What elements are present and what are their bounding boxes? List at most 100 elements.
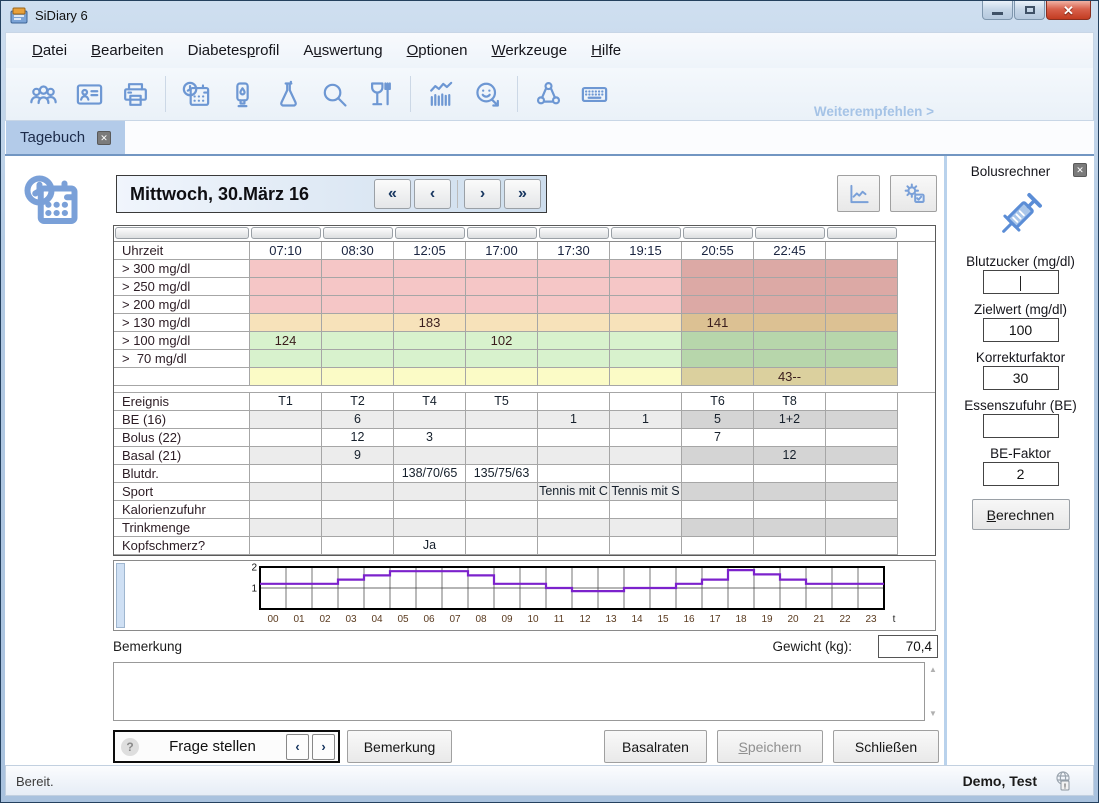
diary-cell[interactable]: T1 (250, 393, 322, 411)
berechnen-button[interactable]: Berechnen (972, 499, 1070, 530)
frage-prev-button[interactable]: ‹ (286, 734, 309, 760)
diary-cell[interactable] (322, 332, 394, 350)
blutzucker-input[interactable] (983, 270, 1059, 294)
prev-day-button[interactable]: ‹ (414, 179, 451, 209)
diary-cell[interactable] (754, 537, 826, 555)
diary-cell[interactable] (538, 296, 610, 314)
diary-cell[interactable] (322, 350, 394, 368)
diary-cell[interactable] (610, 314, 682, 332)
diary-cell[interactable] (250, 260, 322, 278)
close-button[interactable]: ✕ (1046, 1, 1091, 20)
diary-cell[interactable] (250, 501, 322, 519)
diary-cell[interactable] (754, 296, 826, 314)
time-header[interactable]: 17:30 (538, 242, 610, 260)
menu-auswertung[interactable]: Auswertung (291, 38, 394, 63)
diary-cell[interactable] (394, 278, 466, 296)
scroll-down-icon[interactable]: ▼ (927, 709, 939, 719)
diary-cell[interactable] (754, 278, 826, 296)
diary-cell[interactable] (682, 465, 754, 483)
schliessen-button[interactable]: Schließen (833, 730, 939, 763)
diary-cell[interactable] (754, 501, 826, 519)
diary-cell[interactable] (394, 260, 466, 278)
diary-cell[interactable]: 183 (394, 314, 466, 332)
diary-cell[interactable]: 1+2 (754, 411, 826, 429)
diary-settings-button[interactable] (890, 175, 937, 212)
diary-cell[interactable]: Tennis mit S (610, 483, 682, 501)
diary-cell[interactable] (322, 483, 394, 501)
diary-cell[interactable] (826, 332, 898, 350)
column-header-button[interactable] (611, 227, 681, 239)
diary-cell[interactable] (394, 332, 466, 350)
diary-cell[interactable] (394, 350, 466, 368)
diary-button[interactable] (173, 73, 219, 115)
diary-cell[interactable] (466, 429, 538, 447)
column-header-button[interactable] (683, 227, 753, 239)
diary-cell[interactable] (610, 501, 682, 519)
diary-cell[interactable] (538, 314, 610, 332)
statistics-button[interactable] (418, 73, 464, 115)
diary-cell[interactable] (538, 537, 610, 555)
diary-cell[interactable] (754, 429, 826, 447)
diary-cell[interactable] (322, 260, 394, 278)
diary-cell[interactable]: 138/70/65 (394, 465, 466, 483)
diary-cell[interactable] (754, 483, 826, 501)
diary-cell[interactable] (538, 368, 610, 386)
diary-cell[interactable] (466, 314, 538, 332)
time-header[interactable]: 12:05 (394, 242, 466, 260)
speichern-button[interactable]: Speichern (717, 730, 823, 763)
diary-cell[interactable] (466, 411, 538, 429)
diary-cell[interactable] (610, 465, 682, 483)
diary-cell[interactable] (826, 314, 898, 332)
diary-cell[interactable] (250, 519, 322, 537)
diary-cell[interactable] (826, 501, 898, 519)
promote-link[interactable]: Weiterempfehlen > (814, 104, 934, 119)
diary-cell[interactable] (394, 501, 466, 519)
diary-cell[interactable] (610, 332, 682, 350)
profile-card-button[interactable] (66, 73, 112, 115)
time-header[interactable]: 19:15 (610, 242, 682, 260)
diary-cell[interactable] (682, 501, 754, 519)
diary-cell[interactable] (826, 537, 898, 555)
diary-cell[interactable] (394, 296, 466, 314)
diary-cell[interactable] (826, 411, 898, 429)
diary-cell[interactable] (538, 278, 610, 296)
diary-cell[interactable] (394, 411, 466, 429)
diary-cell[interactable] (610, 368, 682, 386)
diary-cell[interactable]: 12 (322, 429, 394, 447)
diary-cell[interactable] (466, 278, 538, 296)
diary-cell[interactable] (322, 278, 394, 296)
diary-cell[interactable]: 12 (754, 447, 826, 465)
diary-cell[interactable] (826, 393, 898, 411)
column-header-button[interactable] (467, 227, 537, 239)
diary-cell[interactable] (610, 278, 682, 296)
be-faktor-input[interactable]: 2 (983, 462, 1059, 486)
diary-cell[interactable] (826, 350, 898, 368)
diary-cell[interactable] (682, 447, 754, 465)
diary-cell[interactable] (682, 537, 754, 555)
last-day-button[interactable]: » (504, 179, 541, 209)
diary-cell[interactable] (826, 483, 898, 501)
diary-cell[interactable]: 43-- (754, 368, 826, 386)
diary-cell[interactable] (682, 350, 754, 368)
diary-cell[interactable] (538, 332, 610, 350)
diary-cell[interactable] (322, 296, 394, 314)
frage-stellen-widget[interactable]: ? Frage stellen ‹ › (113, 730, 340, 763)
frage-next-button[interactable]: › (312, 734, 335, 760)
menu-hilfe[interactable]: Hilfe (579, 38, 633, 63)
diary-cell[interactable] (682, 296, 754, 314)
diary-cell[interactable] (610, 447, 682, 465)
diary-cell[interactable] (250, 411, 322, 429)
diary-cell[interactable] (754, 260, 826, 278)
minimize-button[interactable] (982, 1, 1013, 20)
column-header-button[interactable] (251, 227, 321, 239)
time-header[interactable]: 17:00 (466, 242, 538, 260)
time-header[interactable]: 08:30 (322, 242, 394, 260)
bemerkung-textarea[interactable] (113, 662, 925, 721)
diary-cell[interactable] (538, 519, 610, 537)
diary-cell[interactable] (826, 465, 898, 483)
tab-tagebuch[interactable]: Tagebuch ✕ (6, 121, 125, 154)
zielwert-input[interactable]: 100 (983, 318, 1059, 342)
column-header-button[interactable] (395, 227, 465, 239)
bolus-panel-close-icon[interactable]: ✕ (1073, 163, 1087, 177)
search-button[interactable] (311, 73, 357, 115)
